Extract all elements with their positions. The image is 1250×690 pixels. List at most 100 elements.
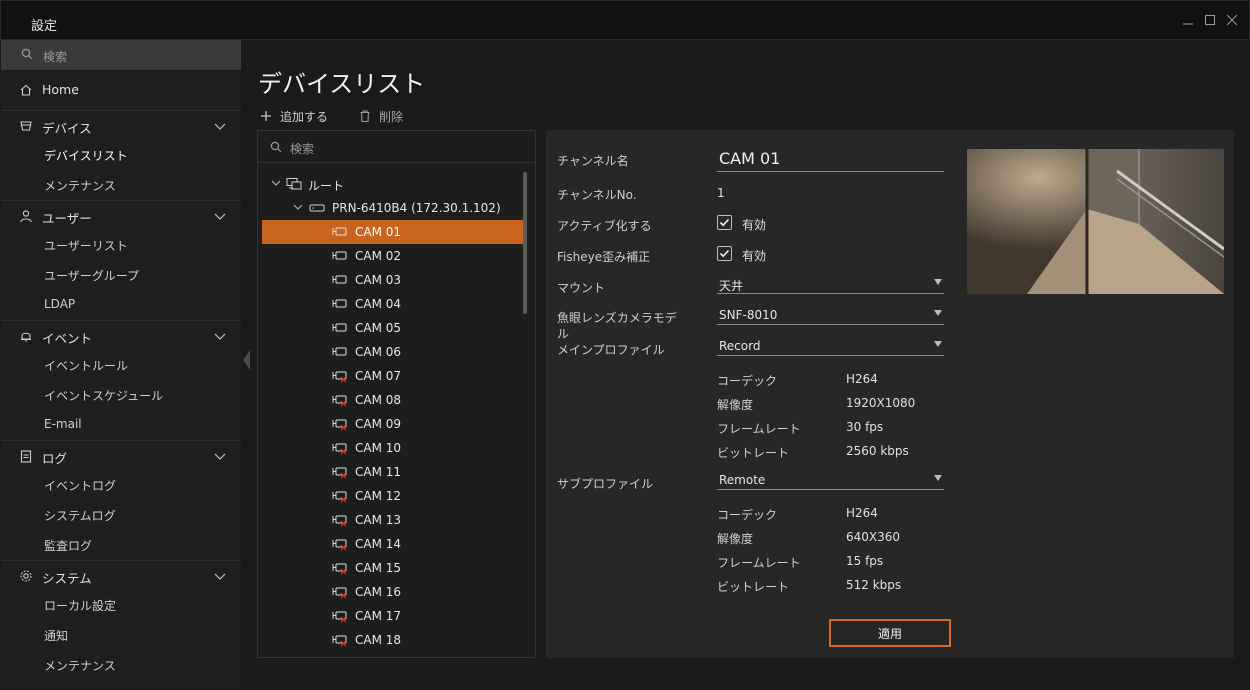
camera-disconnected-icon — [332, 491, 347, 503]
tree-camera-item[interactable]: CAM 16 — [262, 580, 524, 604]
camera-disconnected-icon — [332, 395, 347, 407]
fisheye-model-select[interactable]: SNF-8010 — [717, 305, 944, 325]
nav-audit-log[interactable]: 監査ログ — [1, 530, 241, 560]
nav-event-rule-label: イベントルール — [44, 359, 129, 373]
tree-camera-item[interactable]: CAM 02 — [262, 244, 524, 268]
camera-disconnected-icon — [332, 443, 347, 455]
nav-logs[interactable]: ログ — [1, 440, 241, 470]
tree-camera-item[interactable]: CAM 18 — [262, 628, 524, 652]
nav-users-label: ユーザー — [42, 211, 92, 226]
camera-icon — [332, 275, 347, 284]
minimize-icon — [1183, 23, 1193, 25]
chevron-down-icon — [214, 573, 226, 580]
channel-name-input[interactable] — [717, 145, 944, 172]
nav-system-maintenance[interactable]: メンテナンス — [1, 650, 241, 680]
tree-camera-item[interactable]: CAM 09 — [262, 412, 524, 436]
main-profile-label: メインプロファイル — [557, 343, 665, 357]
tree-scrollbar[interactable] — [523, 172, 527, 314]
nav-events[interactable]: イベント — [1, 320, 241, 350]
nav-email[interactable]: E-mail — [1, 410, 241, 440]
nav-events-label: イベント — [42, 331, 93, 346]
device-tree-panel: 検索 ルート PRN-6410B4 (172.30.1.102) CAM 01 C… — [257, 130, 536, 658]
nav-system-label: システム — [42, 571, 92, 586]
tree-camera-item[interactable]: CAM 11 — [262, 460, 524, 484]
nav-user-list[interactable]: ユーザーリスト — [1, 230, 241, 260]
main-profile-select[interactable]: Record — [717, 336, 944, 356]
mount-select-value: 天井 — [719, 279, 744, 293]
tree-camera-item[interactable]: CAM 06 — [262, 340, 524, 364]
sidebar-collapse-handle[interactable] — [243, 350, 250, 370]
nav-devices[interactable]: デバイス — [1, 110, 241, 140]
tree-camera-item[interactable]: CAM 04 — [262, 292, 524, 316]
nav-system[interactable]: システム — [1, 560, 241, 590]
search-icon — [21, 48, 33, 60]
user-icon — [20, 210, 32, 223]
sub-framerate-value: 15 fps — [846, 554, 884, 568]
sub-profile-label: サブプロファイル — [557, 477, 654, 491]
nav-system-log[interactable]: システムログ — [1, 500, 241, 530]
sub-framerate-label: フレームレート — [717, 556, 801, 570]
nav-notification[interactable]: 通知 — [1, 620, 241, 650]
nav-event-rule[interactable]: イベントルール — [1, 350, 241, 380]
nav-event-log[interactable]: イベントログ — [1, 470, 241, 500]
tree-camera-item[interactable]: CAM 05 — [262, 316, 524, 340]
activate-label: アクティブ化する — [557, 219, 652, 233]
tree-camera-item[interactable]: CAM 03 — [262, 268, 524, 292]
tree-root-label: ルート — [308, 179, 345, 193]
fisheye-checkbox[interactable] — [717, 246, 732, 261]
camera-icon — [332, 323, 347, 332]
fisheye-label: Fisheye歪み補正 — [557, 250, 651, 264]
apply-button[interactable]: 適用 — [829, 619, 951, 647]
nav-event-schedule[interactable]: イベントスケジュール — [1, 380, 241, 410]
sidebar-search[interactable]: 検索 — [1, 40, 241, 70]
tree-camera-item[interactable]: CAM 17 — [262, 604, 524, 628]
tree-camera-item[interactable]: CAM 08 — [262, 388, 524, 412]
clipboard-icon — [20, 450, 32, 463]
nav-event-schedule-label: イベントスケジュール — [44, 389, 164, 403]
chevron-down-icon — [271, 180, 281, 186]
camera-disconnected-icon — [332, 419, 347, 431]
tree-camera-item[interactable]: CAM 14 — [262, 532, 524, 556]
tree-camera-label: CAM 17 — [355, 609, 402, 623]
camera-icon — [332, 299, 347, 308]
minimize-button[interactable] — [1181, 13, 1195, 27]
nav-ldap-label: LDAP — [44, 297, 76, 311]
nav-device-list[interactable]: デバイスリスト — [1, 140, 241, 170]
camera-icon — [332, 251, 347, 260]
tree-camera-item[interactable]: CAM 01 — [262, 220, 524, 244]
page-title: デバイスリスト — [258, 70, 426, 98]
home-icon — [20, 84, 32, 96]
tree-camera-item[interactable]: CAM 13 — [262, 508, 524, 532]
maximize-button[interactable] — [1203, 13, 1217, 27]
sub-profile-select[interactable]: Remote — [717, 470, 944, 490]
tree-camera-item[interactable]: CAM 15 — [262, 556, 524, 580]
chevron-down-icon — [214, 213, 226, 220]
tree-camera-item[interactable]: CAM 07 — [262, 364, 524, 388]
camera-disconnected-icon — [332, 371, 347, 383]
tree-camera-label: CAM 05 — [355, 321, 402, 335]
sub-bitrate-value: 512 kbps — [846, 578, 902, 592]
nav-system-maintenance-label: メンテナンス — [44, 659, 116, 673]
trash-icon — [360, 110, 370, 123]
nav-device-maintenance[interactable]: メンテナンス — [1, 170, 241, 200]
camera-disconnected-icon — [332, 635, 347, 647]
tree-recorder[interactable]: PRN-6410B4 (172.30.1.102) — [262, 196, 524, 220]
tree-search[interactable]: 検索 — [258, 131, 535, 163]
tree-camera-item[interactable]: CAM 12 — [262, 484, 524, 508]
nav-user-group[interactable]: ユーザーグループ — [1, 260, 241, 290]
camera-preview — [967, 149, 1224, 294]
sub-profile-select-value: Remote — [719, 473, 766, 487]
nav-local-settings[interactable]: ローカル設定 — [1, 590, 241, 620]
tree-root[interactable]: ルート — [262, 172, 524, 196]
close-button[interactable] — [1225, 13, 1239, 27]
camera-disconnected-icon — [332, 539, 347, 551]
mount-select[interactable]: 天井 — [717, 274, 944, 294]
nav-users[interactable]: ユーザー — [1, 200, 241, 230]
tree-camera-item[interactable]: CAM 10 — [262, 436, 524, 460]
nav-home[interactable]: Home — [1, 75, 241, 105]
camera-disconnected-icon — [332, 467, 347, 479]
search-icon — [270, 141, 282, 153]
nav-ldap[interactable]: LDAP — [1, 290, 241, 320]
main-resolution-label: 解像度 — [717, 398, 754, 412]
activate-checkbox[interactable] — [717, 215, 732, 230]
